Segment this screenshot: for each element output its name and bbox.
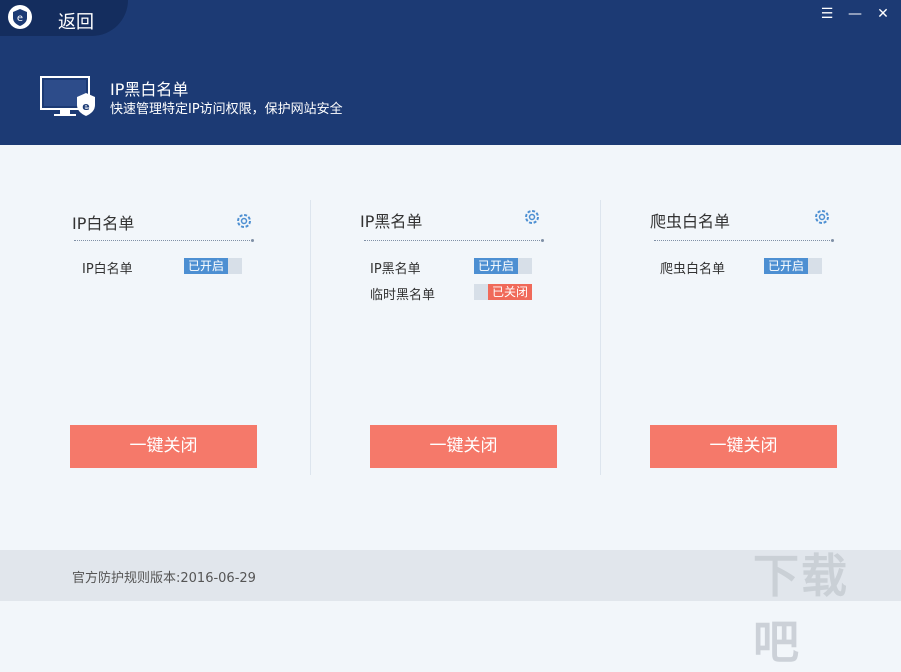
header-banner: e 返回 ☰ — ✕ e IP黑白名单 快速管理特定IP访问权限，保护网站安全 <box>0 0 901 145</box>
settings-gear-icon[interactable] <box>813 208 831 226</box>
watermark-logo: 下载吧 <box>753 549 849 669</box>
card-title: 爬虫白名单 <box>650 212 731 231</box>
back-label: 返回 <box>58 12 94 33</box>
hero-title: IP黑白名单 <box>110 80 189 99</box>
monitor-shield-icon: e <box>40 76 95 116</box>
close-all-button[interactable]: 一键关闭 <box>650 425 837 468</box>
card-ip-blacklist: IP黑名单 IP黑名单 已开启 临时黑名单 已关闭 一键关闭 <box>350 200 640 475</box>
card-divider <box>600 200 601 475</box>
divider-line <box>74 239 254 242</box>
minimize-icon[interactable]: — <box>847 6 863 22</box>
toggle-switch[interactable]: 已开启 <box>764 258 822 274</box>
close-icon[interactable]: ✕ <box>875 6 891 22</box>
settings-gear-icon[interactable] <box>523 208 541 226</box>
toggle-switch[interactable]: 已开启 <box>184 258 242 274</box>
svg-text:e: e <box>82 100 89 113</box>
row-label: IP黑名单 <box>370 262 421 277</box>
card-divider <box>310 200 311 475</box>
row-label: 爬虫白名单 <box>660 262 726 277</box>
close-all-button[interactable]: 一键关闭 <box>70 425 257 468</box>
toggle-status: 已开启 <box>764 258 808 274</box>
toggle-status: 已开启 <box>184 258 228 274</box>
toggle-status: 已关闭 <box>488 284 532 300</box>
settings-gear-icon[interactable] <box>235 212 253 230</box>
divider-line <box>364 239 544 242</box>
divider-line <box>654 239 834 242</box>
toggle-switch[interactable]: 已关闭 <box>474 284 532 300</box>
window-controls: ☰ — ✕ <box>819 6 891 22</box>
row-label: 临时黑名单 <box>370 288 436 303</box>
card-title: IP白名单 <box>72 214 135 233</box>
close-all-button[interactable]: 一键关闭 <box>370 425 557 468</box>
card-title: IP黑名单 <box>360 212 423 231</box>
rules-version-text: 官方防护规则版本:2016-06-29 <box>72 571 256 586</box>
row-label: IP白名单 <box>82 262 133 277</box>
card-crawler-whitelist: 爬虫白名单 爬虫白名单 已开启 一键关闭 <box>640 200 901 475</box>
card-ip-whitelist: IP白名单 IP白名单 已开启 一键关闭 <box>60 200 350 475</box>
toggle-status: 已开启 <box>474 258 518 274</box>
svg-text:e: e <box>17 13 23 24</box>
menu-icon[interactable]: ☰ <box>819 6 835 22</box>
app-logo-icon: e <box>8 5 32 29</box>
back-button[interactable]: e 返回 <box>0 0 128 36</box>
hero-subtitle: 快速管理特定IP访问权限，保护网站安全 <box>110 102 343 117</box>
toggle-switch[interactable]: 已开启 <box>474 258 532 274</box>
